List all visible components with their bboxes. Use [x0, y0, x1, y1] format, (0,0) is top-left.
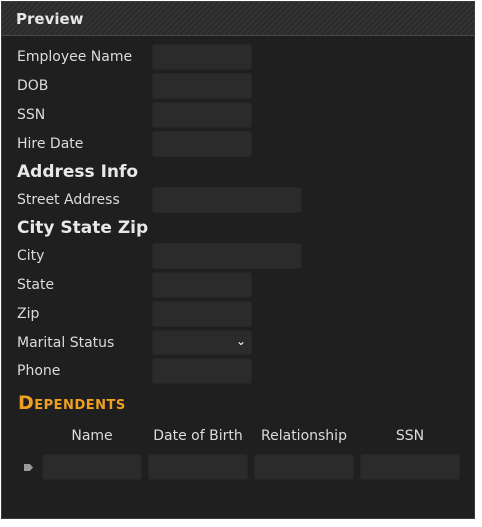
- phone-input[interactable]: [152, 358, 252, 384]
- dependent-relationship-input[interactable]: [254, 454, 354, 480]
- city-state-zip-heading: City State Zip: [17, 218, 149, 238]
- zip-label: Zip: [17, 306, 40, 322]
- city-input[interactable]: [152, 243, 302, 269]
- city-label: City: [17, 248, 45, 264]
- column-header-date-of-birth: Date of Birth: [153, 428, 243, 444]
- street-address-label: Street Address: [17, 192, 120, 208]
- column-header-name: Name: [71, 428, 113, 444]
- dob-input[interactable]: [152, 73, 252, 99]
- address-section-heading: Address Info: [17, 162, 139, 182]
- dob-label: DOB: [17, 78, 49, 94]
- employee-name-label: Employee Name: [17, 49, 133, 65]
- state-label: State: [17, 277, 55, 293]
- window-title: Preview: [16, 10, 84, 28]
- employee-name-input[interactable]: [152, 44, 252, 70]
- street-address-input[interactable]: [152, 187, 302, 213]
- column-header-relationship: Relationship: [261, 428, 347, 444]
- hire-date-input[interactable]: [152, 131, 252, 157]
- dependent-name-input[interactable]: [42, 454, 142, 480]
- state-input[interactable]: [152, 272, 252, 298]
- chevron-down-icon: ⌄: [235, 334, 246, 348]
- hire-date-label: Hire Date: [17, 136, 84, 152]
- ssn-label: SSN: [17, 107, 46, 123]
- dependents-heading: Dependents: [18, 392, 126, 414]
- dependent-dob-input[interactable]: [148, 454, 248, 480]
- dependent-ssn-input[interactable]: [360, 454, 460, 480]
- ssn-input[interactable]: [152, 102, 252, 128]
- phone-label: Phone: [17, 363, 61, 379]
- preview-panel: Preview Employee Name DOB SSN Hire Date …: [1, 1, 475, 519]
- marital-status-label: Marital Status: [17, 335, 115, 351]
- column-header-ssn: SSN: [395, 428, 425, 444]
- marital-status-select[interactable]: ⌄: [152, 330, 252, 355]
- zip-input[interactable]: [152, 301, 252, 327]
- row-indicator-icon: [24, 464, 33, 471]
- title-bar: Preview: [2, 2, 474, 36]
